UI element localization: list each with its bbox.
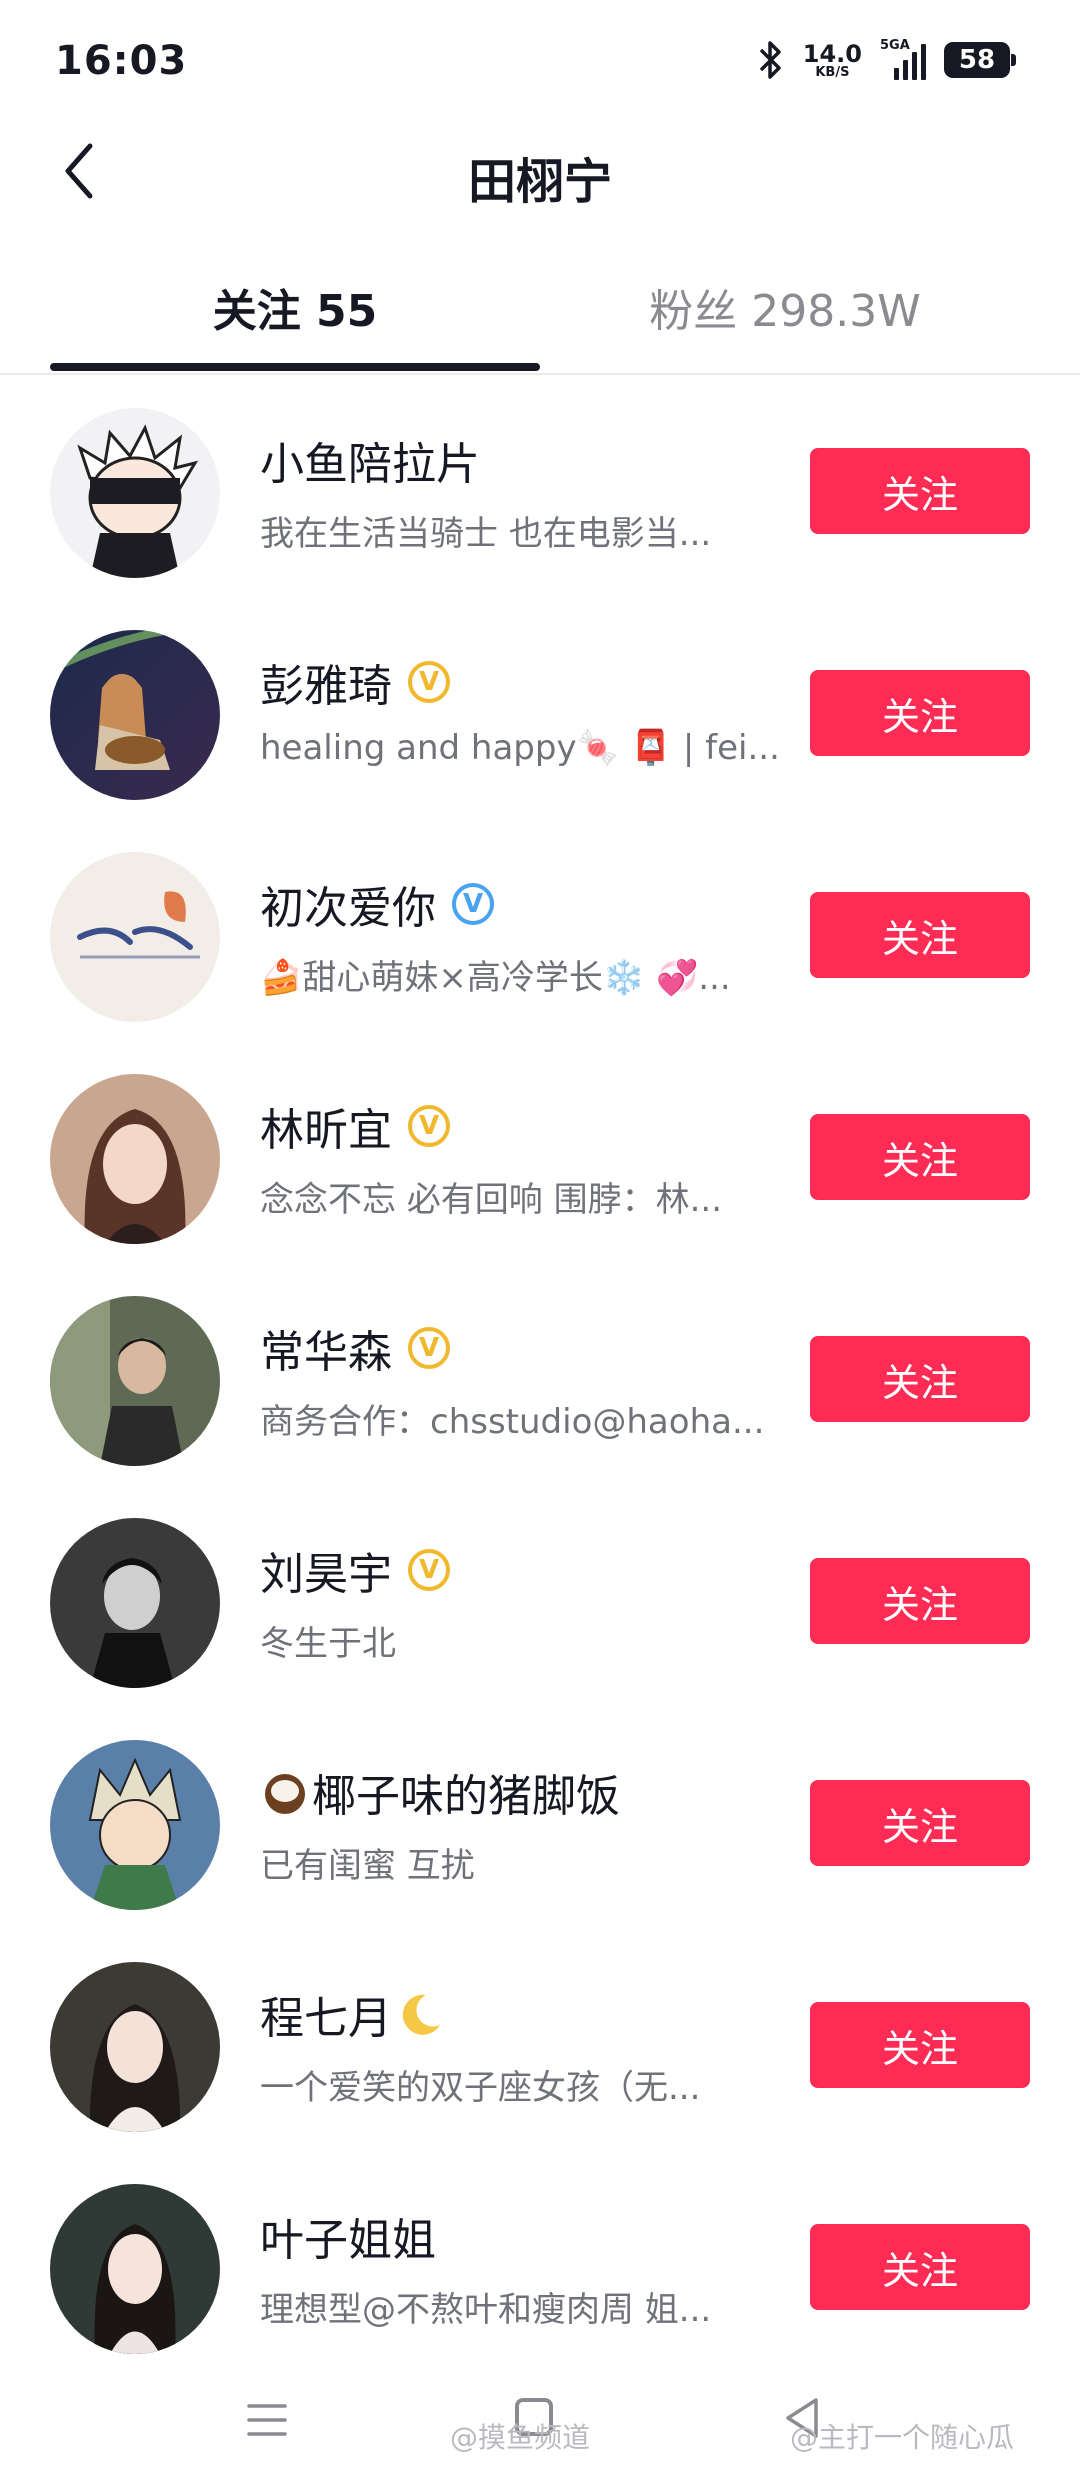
user-name[interactable]: 林昕宜 <box>260 1094 392 1158</box>
name-line: 叶子姐姐 <box>260 2204 436 2268</box>
tab-indicator <box>50 363 540 371</box>
list-item[interactable]: 林昕宜 V 念念不忘 必有回响 围脖：林... 关注 <box>0 1046 1080 1268</box>
name-line: 刘昊宇 V <box>260 1538 450 1602</box>
verified-badge-icon: V <box>408 1549 450 1591</box>
user-name[interactable]: 彭雅琦 <box>260 650 392 714</box>
user-name[interactable]: 程七月 <box>260 1982 392 2046</box>
network-speed: 14.0 KB/S <box>802 39 862 80</box>
name-line: 初次爱你 V <box>260 872 494 936</box>
bluetooth-icon <box>759 41 781 79</box>
status-icons: 14.0 KB/S 5GA 58 <box>755 36 1016 84</box>
verified-badge-icon: V <box>408 661 450 703</box>
avatar[interactable] <box>50 1296 220 1466</box>
verified-badge-icon: V <box>452 883 494 925</box>
system-nav-bar: @摸鱼频道 @主打一个随心瓜 <box>0 2380 1080 2478</box>
following-list: 小鱼陪拉片 我在生活当骑士 也在电影当... 关注 彭雅琦 V healing … <box>0 380 1080 2378</box>
signal-icon: 5GA <box>880 38 926 80</box>
follow-button[interactable]: 关注 <box>810 670 1030 756</box>
coconut-icon <box>265 1774 305 1814</box>
list-item[interactable]: 常华森 V 商务合作：chsstudio@haoha... 关注 <box>0 1268 1080 1490</box>
list-item[interactable]: 小鱼陪拉片 我在生活当骑士 也在电影当... 关注 <box>0 380 1080 602</box>
name-line: 常华森 V <box>260 1316 450 1380</box>
avatar[interactable] <box>50 2184 220 2354</box>
avatar[interactable] <box>50 852 220 1022</box>
name-line: 小鱼陪拉片 <box>260 428 480 492</box>
follow-button[interactable]: 关注 <box>810 1336 1030 1422</box>
follow-button[interactable]: 关注 <box>810 1780 1030 1866</box>
list-item[interactable]: 程七月 一个爱笑的双子座女孩（无... 关注 <box>0 1934 1080 2156</box>
user-bio: healing and happy🍬 📮 | fei... <box>260 728 780 768</box>
user-bio: 商务合作：chsstudio@haoha... <box>260 1402 765 1442</box>
list-item[interactable]: 椰子味的猪脚饭 已有闺蜜 互扰 关注 <box>0 1712 1080 1934</box>
verified-badge-icon: V <box>408 1105 450 1147</box>
list-item[interactable]: 初次爱你 V 🍰甜心萌妹×高冷学长❄️ 💞... 关注 <box>0 824 1080 1046</box>
list-item[interactable]: 叶子姐姐 理想型@不熬叶和瘦肉周 姐... 关注 <box>0 2156 1080 2378</box>
header: 田栩宁 <box>0 120 1080 220</box>
status-time: 16:03 <box>55 38 188 84</box>
avatar[interactable] <box>50 1962 220 2132</box>
avatar[interactable] <box>50 408 220 578</box>
user-name[interactable]: 椰子味的猪脚饭 <box>312 1760 620 1824</box>
list-item[interactable]: 彭雅琦 V healing and happy🍬 📮 | fei... 关注 <box>0 602 1080 824</box>
battery-icon: 58 <box>944 42 1016 78</box>
name-line: 彭雅琦 V <box>260 650 450 714</box>
name-line: 程七月 <box>260 1982 446 2046</box>
follow-button[interactable]: 关注 <box>810 1114 1030 1200</box>
follow-button[interactable]: 关注 <box>810 1558 1030 1644</box>
name-line: 椰子味的猪脚饭 <box>260 1760 620 1824</box>
user-bio: 我在生活当骑士 也在电影当... <box>260 514 712 554</box>
name-line: 林昕宜 V <box>260 1094 450 1158</box>
follow-button[interactable]: 关注 <box>810 448 1030 534</box>
tab-followers[interactable]: 粉丝 298.3W <box>540 275 1030 345</box>
verified-badge-icon: V <box>408 1327 450 1369</box>
avatar[interactable] <box>50 1518 220 1688</box>
avatar[interactable] <box>50 630 220 800</box>
user-name[interactable]: 常华森 <box>260 1316 392 1380</box>
user-bio: 已有闺蜜 互扰 <box>260 1846 475 1886</box>
user-name[interactable]: 叶子姐姐 <box>260 2204 436 2268</box>
user-bio: 冬生于北 <box>260 1624 396 1664</box>
crescent-moon-icon <box>402 1994 440 2035</box>
page-title: 田栩宁 <box>467 154 612 210</box>
user-name[interactable]: 初次爱你 <box>260 872 436 936</box>
follow-button[interactable]: 关注 <box>810 2002 1030 2088</box>
menu-icon[interactable] <box>245 2398 289 2442</box>
watermark: @摸鱼频道 <box>450 2421 591 2454</box>
avatar[interactable] <box>50 1074 220 1244</box>
user-bio: 理想型@不熬叶和瘦肉周 姐... <box>260 2290 712 2330</box>
follow-button[interactable]: 关注 <box>810 892 1030 978</box>
list-item[interactable]: 刘昊宇 V 冬生于北 关注 <box>0 1490 1080 1712</box>
user-bio: 念念不忘 必有回响 围脖：林... <box>260 1180 723 1220</box>
tab-bar: 关注 55 粉丝 298.3W <box>0 255 1080 375</box>
status-bar: 16:03 14.0 KB/S 5GA 58 <box>0 0 1080 120</box>
user-bio: 一个爱笑的双子座女孩（无... <box>260 2068 701 2108</box>
follow-button[interactable]: 关注 <box>810 2224 1030 2310</box>
user-bio: 🍰甜心萌妹×高冷学长❄️ 💞... <box>260 958 731 998</box>
user-name[interactable]: 小鱼陪拉片 <box>260 428 480 492</box>
watermark: @主打一个随心瓜 <box>790 2421 1015 2454</box>
network-type: 5GA <box>880 38 910 53</box>
tab-following[interactable]: 关注 55 <box>50 275 540 345</box>
avatar[interactable] <box>50 1740 220 1910</box>
user-name[interactable]: 刘昊宇 <box>260 1538 392 1602</box>
